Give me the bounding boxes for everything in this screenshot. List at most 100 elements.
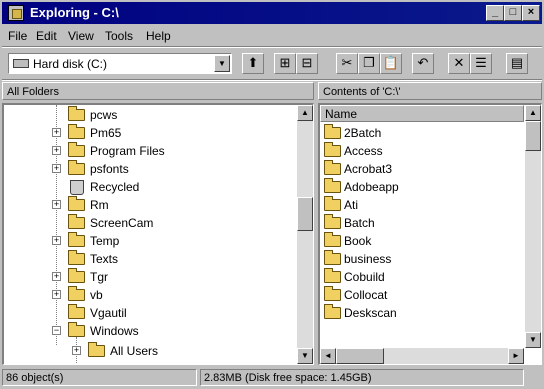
explorer-app-icon[interactable] [8,5,24,21]
tree-item-vgautil[interactable]: Vgautil [52,304,252,322]
tree-item-label: ScreenCam [90,216,154,230]
copy-icon[interactable]: ❐ [358,53,380,74]
tree-item-vb[interactable]: + vb [52,286,252,304]
tree-item-psfonts[interactable]: + psfonts [52,160,252,178]
tree-item-tgr[interactable]: + Tgr [52,268,252,286]
menu-separator [2,46,542,48]
folder-icon [324,250,341,265]
toolbar-separator [2,79,542,81]
tree-item-label: Tgr [90,270,108,284]
folder-open-icon [68,322,85,337]
folder-icon [324,178,341,193]
expand-toggle[interactable]: + [52,146,61,155]
folder-icon [68,124,85,139]
name-column-header[interactable]: Name [320,105,524,122]
list-item-label: Acrobat3 [344,162,393,176]
scroll-up-button[interactable]: ▲ [297,105,313,121]
scroll-thumb[interactable] [297,197,313,231]
delete-icon[interactable]: ✕ [448,53,470,74]
expand-toggle[interactable]: + [52,200,61,209]
folder-icon [324,268,341,283]
title-bar[interactable]: Exploring - C:\ _ □ × [2,2,542,24]
list-item-label: Deskscan [344,306,397,320]
menu-file[interactable]: File [8,29,27,43]
tree-item-program-files[interactable]: + Program Files [52,142,252,160]
folder-icon [324,304,341,319]
expand-toggle[interactable]: + [52,290,61,299]
folder-tree-scrollbar[interactable]: ▲ ▼ [297,105,313,364]
expand-toggle[interactable]: + [52,272,61,281]
list-item-label: Book [344,234,372,248]
minimize-button[interactable]: _ [486,5,504,21]
folder-icon [324,124,341,139]
scroll-left-button[interactable]: ◄ [320,348,336,364]
list-item-label: Ati [344,198,359,212]
tree-item-pm65[interactable]: + Pm65 [52,124,252,142]
window-title: Exploring - C:\ [30,5,119,20]
explorer-window: Exploring - C:\ _ □ × File Edit View Too… [0,0,544,389]
folder-icon [324,286,341,301]
paste-icon[interactable]: 📋 [380,53,402,74]
tree-item-recycled[interactable]: Recycled [52,179,252,196]
contents-vertical-scrollbar[interactable]: ▲ ▼ [525,105,541,348]
tree-item-label: Temp [90,234,120,248]
tree-item-all-users[interactable]: + All Users [72,342,272,360]
expand-toggle[interactable]: + [52,128,61,137]
collapse-toggle[interactable]: − [52,326,61,335]
folder-icon [88,342,105,357]
recycle-bin-icon [70,180,84,195]
folder-tree-pane[interactable]: pcws + Pm65 + Program Files + psfonts Re… [2,103,314,365]
address-dropdown-button[interactable]: ▼ [214,55,230,72]
large-icons-icon[interactable]: ▤ [506,53,528,74]
list-item-label: 2Batch [344,126,382,140]
menu-bar: File Edit View Tools Help [2,26,542,46]
status-bar: 86 object(s) 2.83MB (Disk free space: 1.… [2,368,542,387]
menu-edit[interactable]: Edit [36,29,57,43]
scroll-down-button[interactable]: ▼ [297,348,313,364]
tree-item-rm[interactable]: + Rm [52,196,252,214]
menu-tools[interactable]: Tools [105,29,133,43]
close-button[interactable]: × [522,5,540,21]
map-drive-icon[interactable]: ⊞ [274,53,296,74]
scroll-thumb[interactable] [336,348,384,364]
menu-help[interactable]: Help [146,29,171,43]
contents-horizontal-scrollbar[interactable]: ◄ ► [320,348,524,364]
address-combobox[interactable]: Hard disk (C:) ▼ [8,53,232,74]
expand-toggle[interactable]: + [52,164,61,173]
list-item-label: Collocat [344,288,388,302]
scroll-thumb[interactable] [525,121,541,151]
tree-item-screencam[interactable]: ScreenCam [52,214,252,232]
tree-item-label: pcws [90,108,118,122]
expand-toggle[interactable]: + [72,346,81,355]
contents-pane[interactable]: Name 2Batch Access Acrobat3 Adobeapp Ati… [318,103,542,365]
menu-view[interactable]: View [68,29,94,43]
tree-item-label: Recycled [90,180,140,194]
list-item-label: Batch [344,216,375,230]
up-folder-icon[interactable]: ⬆ [242,53,264,74]
tree-item-texts[interactable]: Texts [52,250,252,268]
scroll-up-button[interactable]: ▲ [525,105,541,121]
folder-icon [68,106,85,121]
folder-icon [324,160,341,175]
undo-icon[interactable]: ↶ [412,53,434,74]
disconnect-drive-icon[interactable]: ⊟ [296,53,318,74]
folder-icon [68,304,85,319]
folder-icon [68,214,85,229]
list-item-label: Adobeapp [344,180,399,194]
tree-item-temp[interactable]: + Temp [52,232,252,250]
scroll-down-button[interactable]: ▼ [525,332,541,348]
address-value: Hard disk (C:) [33,57,108,71]
cut-icon[interactable]: ✂ [336,53,358,74]
scroll-right-button[interactable]: ► [508,348,524,364]
expand-toggle[interactable]: + [52,236,61,245]
tree-item-pcws[interactable]: pcws [52,106,252,124]
tree-item-label: Vgautil [90,306,127,320]
tree-item-label: Texts [90,252,119,266]
folder-icon [68,268,85,283]
maximize-button[interactable]: □ [504,5,522,21]
folder-icon [324,232,341,247]
tree-item-windows[interactable]: − Windows [52,322,252,340]
properties-icon[interactable]: ☰ [470,53,492,74]
folder-icon [68,232,85,247]
tree-item-label: psfonts [90,162,129,176]
